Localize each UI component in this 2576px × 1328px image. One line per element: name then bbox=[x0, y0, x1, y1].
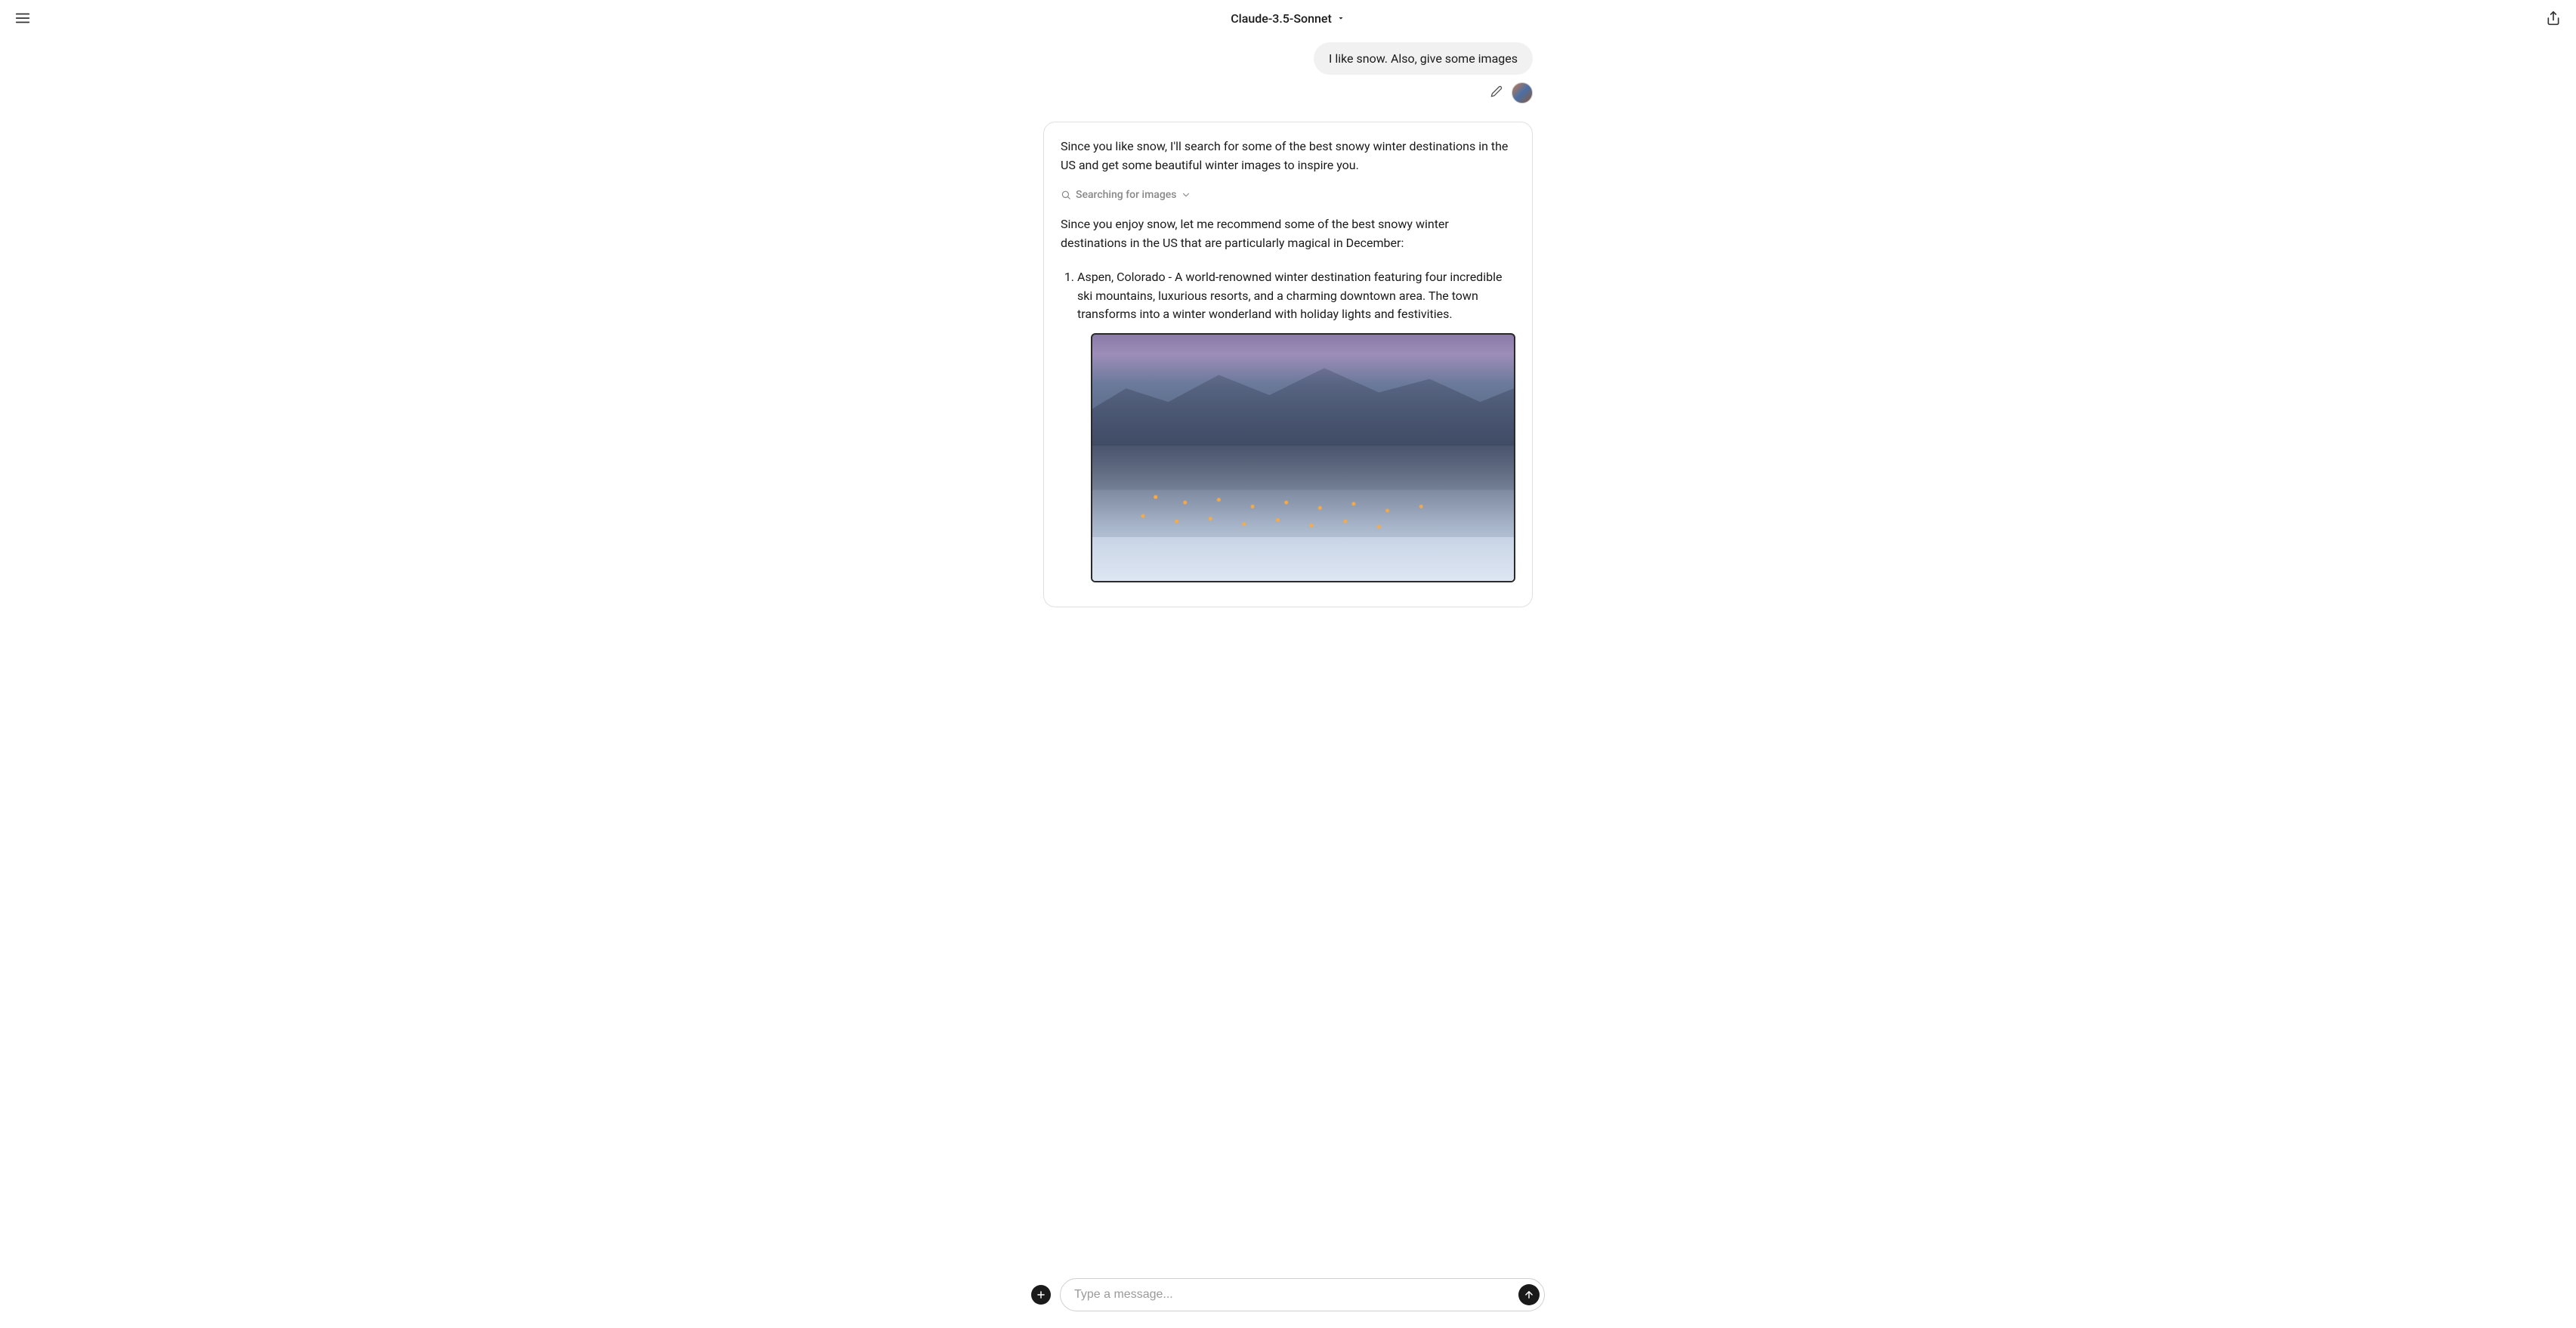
share-icon bbox=[2546, 11, 2561, 26]
user-message-text: I like snow. Also, give some images bbox=[1329, 51, 1518, 66]
user-avatar bbox=[1512, 82, 1533, 103]
composer bbox=[1060, 1278, 1545, 1311]
search-status-label: Searching for images bbox=[1076, 187, 1176, 204]
assistant-body-text: Since you enjoy snow, let me recommend s… bbox=[1061, 215, 1515, 253]
menu-icon bbox=[14, 10, 31, 26]
assistant-intro-text: Since you like snow, I'll search for som… bbox=[1061, 137, 1515, 175]
menu-button[interactable] bbox=[12, 8, 33, 29]
arrow-up-icon bbox=[1524, 1289, 1534, 1300]
model-selector[interactable]: Claude-3.5-Sonnet bbox=[1231, 11, 1345, 26]
list-item: Aspen, Colorado - A world-renowned winte… bbox=[1077, 268, 1515, 582]
caret-down-icon bbox=[1336, 14, 1345, 23]
search-status-toggle[interactable]: Searching for images bbox=[1061, 187, 1191, 204]
share-button[interactable] bbox=[2543, 8, 2564, 29]
user-message-controls bbox=[1043, 82, 1533, 103]
composer-area bbox=[0, 1268, 2576, 1328]
send-button[interactable] bbox=[1518, 1284, 1540, 1305]
model-label: Claude-3.5-Sonnet bbox=[1231, 11, 1332, 26]
destination-image[interactable] bbox=[1091, 333, 1515, 582]
destinations-list: Aspen, Colorado - A world-renowned winte… bbox=[1061, 268, 1515, 582]
list-item-text: Aspen, Colorado - A world-renowned winte… bbox=[1077, 270, 1502, 322]
user-message-row: I like snow. Also, give some images bbox=[1043, 42, 1533, 75]
attach-button[interactable] bbox=[1031, 1285, 1051, 1305]
chat-content: I like snow. Also, give some images Sinc… bbox=[1031, 42, 1545, 607]
edit-message-button[interactable] bbox=[1490, 85, 1506, 100]
plus-icon bbox=[1036, 1289, 1046, 1300]
chat-scroll-area[interactable]: I like snow. Also, give some images Sinc… bbox=[0, 36, 2576, 1268]
assistant-message: Since you like snow, I'll search for som… bbox=[1043, 122, 1533, 607]
message-input[interactable] bbox=[1074, 1288, 1518, 1302]
chevron-down-icon bbox=[1181, 190, 1191, 200]
user-message-bubble: I like snow. Also, give some images bbox=[1314, 42, 1533, 75]
magnifier-icon bbox=[1061, 190, 1071, 200]
image-snow-layer bbox=[1092, 537, 1514, 582]
pencil-icon bbox=[1490, 85, 1503, 97]
app-header: Claude-3.5-Sonnet bbox=[0, 0, 2576, 36]
